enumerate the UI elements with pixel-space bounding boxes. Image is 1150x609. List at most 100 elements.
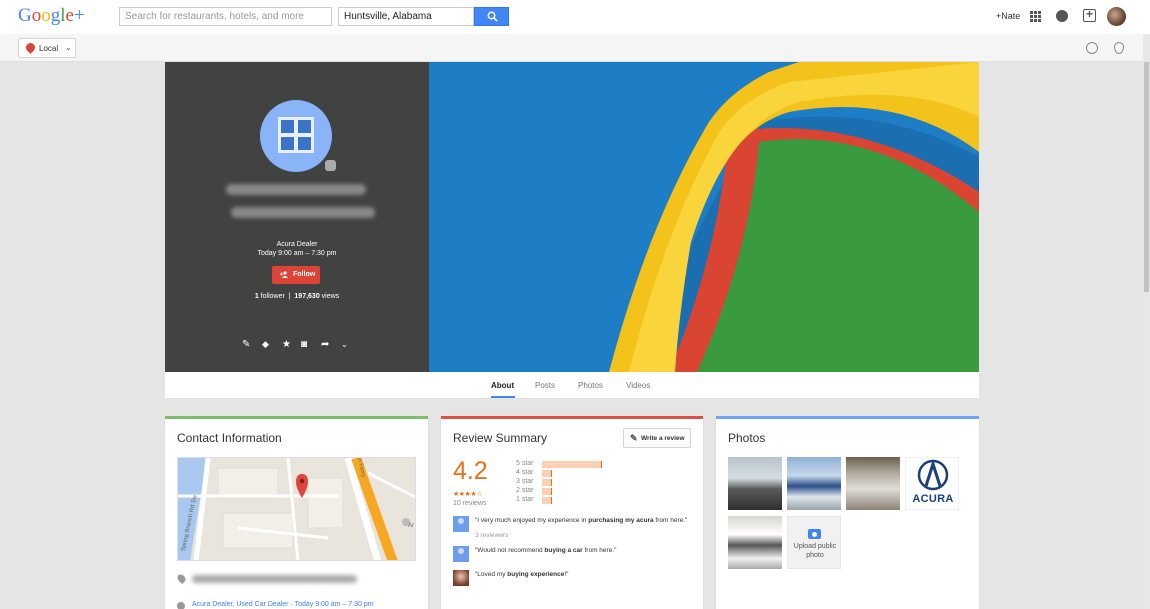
reviewer-avatar (453, 570, 469, 586)
location-input[interactable]: Huntsville, Alabama (338, 7, 474, 26)
histogram-bar (542, 470, 552, 477)
map-graphic: Spring Branch Rd Sw Leeman Ferry Ar (178, 458, 415, 560)
notifications-icon[interactable] (1056, 10, 1068, 22)
map[interactable]: Spring Branch Rd Sw Leeman Ferry Ar (177, 457, 416, 561)
location-icon[interactable] (1114, 42, 1124, 54)
top-bar: Google+ Search for restaurants, hotels, … (0, 0, 1150, 34)
chevron-down-icon[interactable]: ⌄ (341, 340, 348, 349)
upload-label: Upload public photo (793, 543, 837, 559)
histogram-label: 2 star (516, 487, 534, 494)
follow-button[interactable]: Follow (272, 266, 320, 284)
share-icon[interactable] (1083, 7, 1096, 22)
map-pin-icon (24, 41, 37, 54)
photo-thumbnail[interactable] (728, 457, 782, 510)
scrollbar-thumb[interactable] (1144, 62, 1149, 292)
snippet-text-part: "Loved my (475, 571, 508, 578)
info-icon (177, 602, 185, 609)
tab-about[interactable]: About (491, 381, 514, 390)
circles-icon[interactable] (1086, 42, 1098, 54)
share-arrow-icon[interactable]: ➦ (321, 339, 329, 350)
contact-category-hours[interactable]: Acura Dealer, Used Car Dealer · Today 9:… (192, 601, 374, 608)
verified-icon (325, 160, 336, 171)
google-plus-logo[interactable]: Google+ (18, 5, 85, 27)
logo-letter: e (65, 5, 74, 26)
write-review-button[interactable]: ✎ Write a review (623, 428, 691, 448)
review-count[interactable]: 10 reviews (453, 500, 486, 507)
profile-panel: Acura Dealer Today 9:00 am – 7:30 pm Fol… (165, 62, 429, 372)
histogram-bar (542, 479, 552, 486)
card-accent (165, 416, 428, 419)
histogram-bar (542, 488, 552, 495)
contact-card: Contact Information Spring Branch Rd Sw … (165, 416, 428, 609)
review-snippet[interactable]: "I very much enjoyed my experience in pu… (453, 516, 693, 540)
snippet-text: "Loved my buying experience!" (475, 570, 695, 579)
local-dropdown[interactable]: Local ⌄ (18, 38, 76, 58)
snippet-highlight: purchasing my acura (588, 517, 654, 524)
business-category: Acura Dealer (276, 241, 318, 248)
search-input[interactable]: Search for restaurants, hotels, and more (119, 7, 332, 26)
pencil-icon: ✎ (630, 433, 638, 443)
review-card: Review Summary ✎ Write a review 4.2 ★★★★… (441, 416, 703, 609)
business-hours: Today 9:00 am – 7:30 pm (257, 250, 337, 257)
acura-wordmark: ACURA (912, 493, 954, 505)
logo-letter: o (31, 5, 42, 26)
tab-videos[interactable]: Videos (626, 381, 650, 390)
follow-label: Follow (293, 271, 316, 278)
avatar[interactable] (1107, 7, 1126, 26)
apps-grid-icon[interactable] (1030, 11, 1041, 22)
directions-icon[interactable]: ◆ (262, 339, 269, 350)
snippet-text-part: from here." (653, 517, 688, 524)
photos-card: Photos ACURA Upload public photo (716, 416, 979, 609)
card-accent (716, 416, 979, 419)
photo-thumbnail[interactable]: ACURA (905, 457, 959, 510)
upload-photo-button[interactable]: Upload public photo (787, 516, 841, 569)
photo-thumbnail[interactable] (728, 516, 782, 569)
views-count: 197,630 (294, 293, 320, 300)
snippet-text-part: "I very much enjoyed my experience in (475, 517, 589, 524)
snippet-highlight: buying experience (507, 571, 565, 578)
map-poi-label: Ar (408, 523, 414, 529)
star-icon[interactable]: ★ (282, 339, 291, 350)
logo-emblem (278, 117, 314, 153)
histogram-bar (542, 461, 602, 468)
cover-photo (429, 62, 979, 372)
tab-posts[interactable]: Posts (535, 381, 555, 390)
camera-icon (808, 529, 821, 539)
cover-art (429, 62, 979, 372)
user-profile-link[interactable]: +Nate (996, 11, 1020, 21)
reviewer-avatar (453, 546, 469, 562)
search-icon (487, 11, 498, 22)
profile-actions: ✎ ◆ ★ ◙ ➦ ⌄ (242, 339, 352, 353)
snippet-text: "Would not recommend buying a car from h… (475, 546, 695, 555)
search-button[interactable] (474, 7, 509, 26)
histogram-label: 4 star (516, 469, 534, 476)
review-snippet[interactable]: "Would not recommend buying a car from h… (453, 546, 693, 570)
camera-icon[interactable]: ◙ (301, 339, 307, 350)
contact-title: Contact Information (177, 431, 282, 445)
local-label: Local (39, 44, 59, 53)
snippet-text-part: from here." (582, 547, 617, 554)
reviewer-avatar (453, 516, 469, 532)
sub-bar: Local ⌄ (0, 34, 1150, 62)
logo-letter: + (73, 5, 85, 26)
edit-icon[interactable]: ✎ (242, 339, 250, 350)
address-redacted (192, 575, 357, 583)
logo-letter: o (41, 5, 51, 26)
photo-thumbnail[interactable] (846, 457, 900, 510)
snippet-text-part: "Would not recommend (475, 547, 545, 554)
histogram-bar (542, 497, 552, 504)
views-label: views (321, 293, 340, 300)
card-accent (441, 416, 703, 419)
write-review-label: Write a review (641, 435, 685, 442)
histogram-label: 5 star (516, 460, 534, 467)
followers-count: 1 (254, 293, 259, 300)
active-tab-indicator (491, 396, 515, 398)
snippet-text: "I very much enjoyed my experience in pu… (475, 516, 695, 525)
review-snippet[interactable]: "Loved my buying experience!" (453, 570, 693, 594)
tab-photos[interactable]: Photos (578, 381, 603, 390)
add-person-icon (280, 271, 288, 278)
photo-thumbnail[interactable] (787, 457, 841, 510)
review-title: Review Summary (453, 431, 548, 445)
business-address-redacted (231, 207, 375, 218)
logo-letter: g (50, 5, 61, 26)
